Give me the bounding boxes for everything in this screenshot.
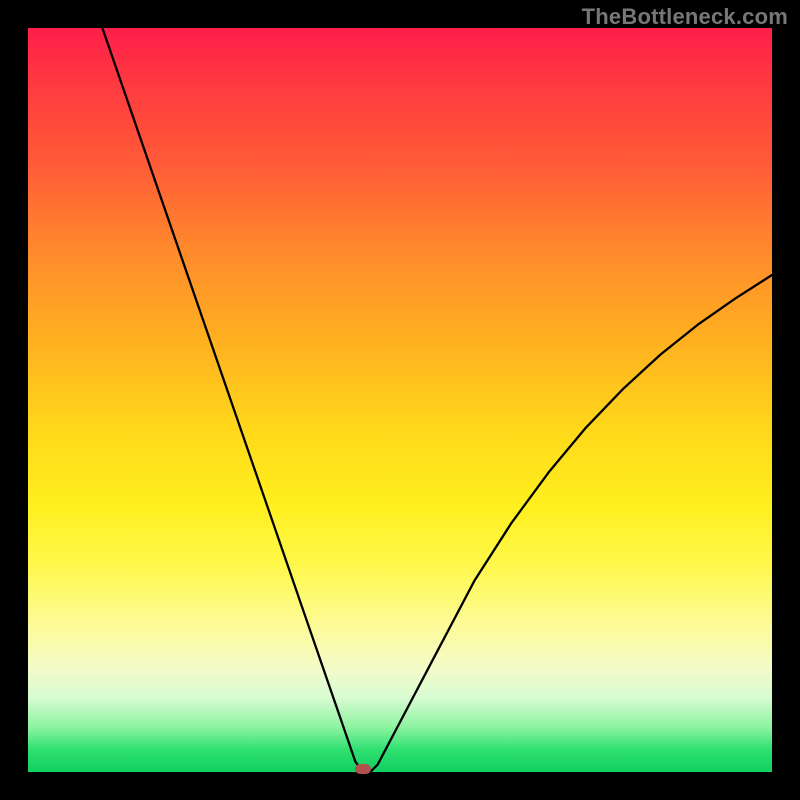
chart-curve-path xyxy=(102,28,772,772)
chart-plot-area xyxy=(28,28,772,772)
minimum-marker-dot xyxy=(355,764,371,774)
watermark-text: TheBottleneck.com xyxy=(582,4,788,30)
chart-curve xyxy=(28,28,772,772)
